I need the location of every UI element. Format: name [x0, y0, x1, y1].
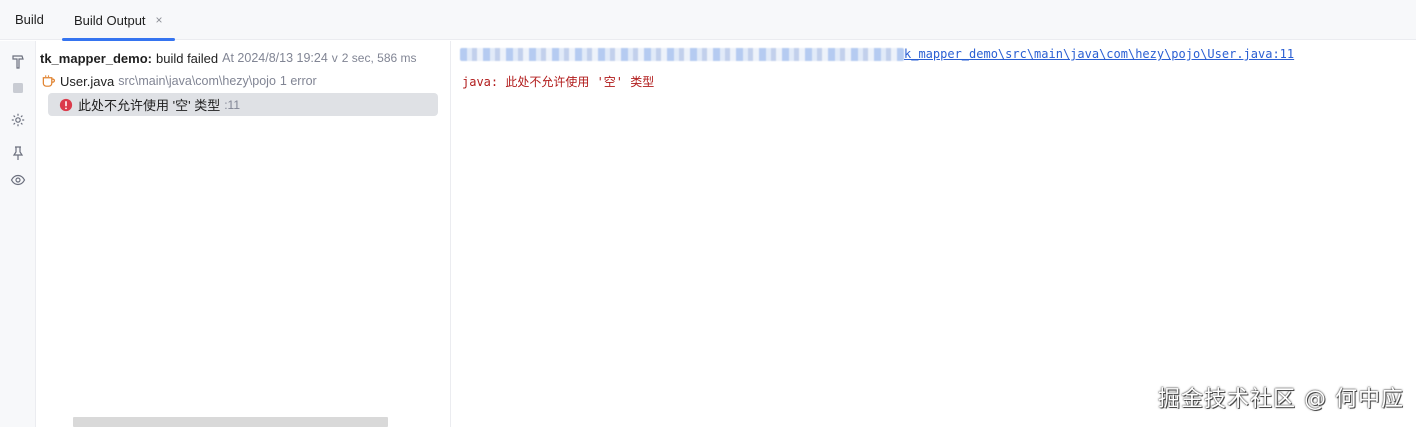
horizontal-scrollbar[interactable] [73, 417, 388, 427]
stop-icon[interactable] [10, 80, 26, 96]
build-status: build failed [155, 50, 219, 66]
tree-error-row[interactable]: 此处不允许使用 '空' 类型 :11 [48, 93, 438, 116]
project-name: tk_mapper_demo: [40, 50, 152, 66]
tab-bar: Build Build Output × [0, 0, 1416, 41]
error-icon [58, 97, 74, 113]
file-name: User.java [60, 73, 115, 89]
console-error-text: java: 此处不允许使用 '空' 类型 [462, 75, 655, 89]
java-file-icon [40, 73, 56, 89]
chevron-down-icon[interactable]: v [332, 51, 338, 65]
gear-icon[interactable] [10, 112, 26, 128]
error-message: 此处不允许使用 '空' 类型 [78, 98, 221, 113]
side-toolbar [0, 41, 36, 427]
hammer-icon[interactable] [10, 54, 26, 70]
build-duration: 2 sec, 586 ms [341, 51, 417, 65]
eye-icon[interactable] [10, 172, 26, 188]
pin-icon[interactable] [10, 145, 26, 161]
build-tree: tk_mapper_demo: build failed At 2024/8/1… [37, 41, 451, 427]
output-console: k_mapper_demo\src\main\java\com\hezy\poj… [452, 41, 1416, 427]
tab-build-output[interactable]: Build Output × [62, 0, 175, 41]
tree-file-row[interactable]: User.java src\main\java\com\hezy\pojo 1 … [40, 70, 317, 92]
build-time: At 2024/8/13 19:24 [222, 51, 328, 65]
error-count: 1 error [279, 74, 317, 88]
file-path-link[interactable]: k_mapper_demo\src\main\java\com\hezy\poj… [904, 47, 1294, 61]
tab-label: Build Output [74, 12, 146, 28]
build-tool-window: Build Build Output × tk_mapper_demo: bui… [0, 0, 1416, 427]
error-line: :11 [224, 97, 240, 112]
tool-window-title: Build [15, 12, 44, 27]
close-icon[interactable]: × [156, 13, 163, 27]
watermark: 掘金技术社区 @ 何中应 [1158, 387, 1404, 412]
file-path: src\main\java\com\hezy\pojo [118, 74, 276, 88]
path-line: k_mapper_demo\src\main\java\com\hezy\poj… [460, 47, 1294, 61]
redacted-path [460, 47, 904, 61]
tree-root-row[interactable]: tk_mapper_demo: build failed At 2024/8/1… [40, 47, 417, 69]
